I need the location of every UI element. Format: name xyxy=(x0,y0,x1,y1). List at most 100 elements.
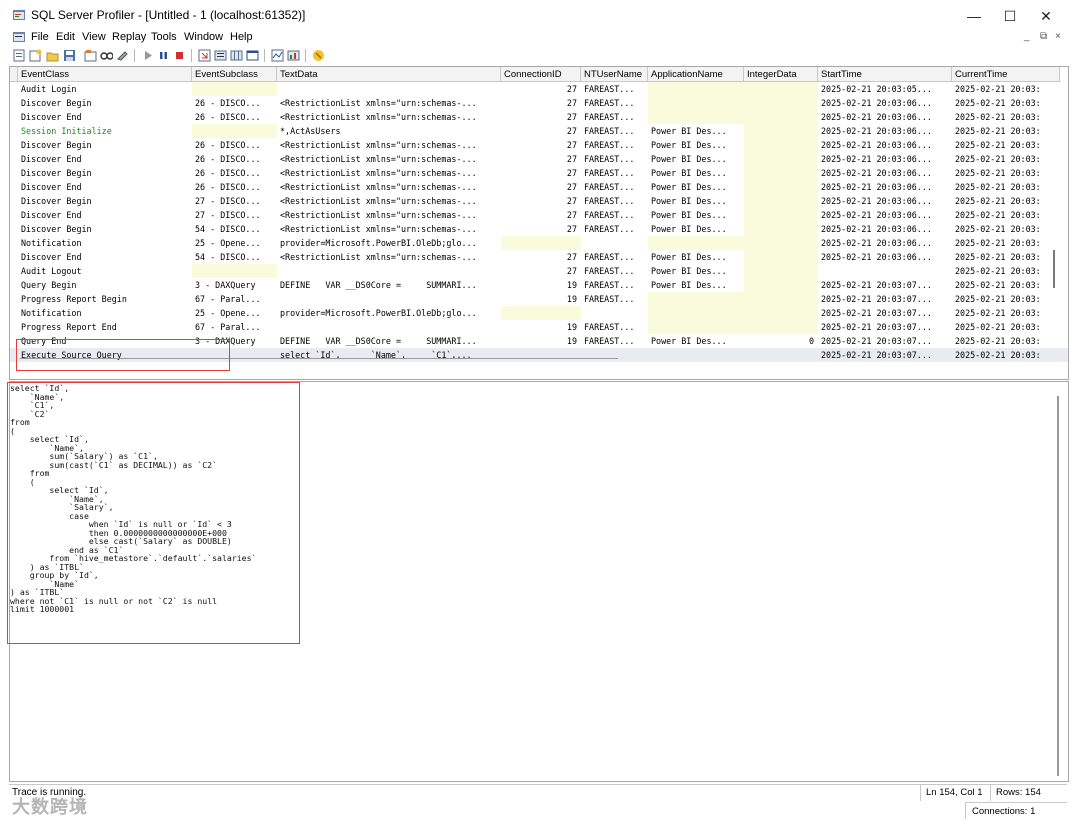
columns-icon[interactable] xyxy=(214,49,227,62)
watermark-logo: 大数跨境 xyxy=(12,797,88,817)
table-row[interactable]: Discover Begin 26 - DISCO... <RestrictionL… xyxy=(10,138,1068,152)
col-header-textdata[interactable]: TextData xyxy=(277,67,501,82)
maximize-button[interactable]: ☐ xyxy=(992,5,1028,27)
mdi-close-button[interactable]: × xyxy=(1055,31,1061,42)
table-cell: 2025-02-21 20:03: xyxy=(955,126,1041,136)
table-row[interactable]: Progress Report End 67 - Paral... 19 FAREAS… xyxy=(10,320,1068,334)
table-cell: Audit Login xyxy=(21,84,77,94)
open-icon[interactable] xyxy=(46,49,59,62)
table-cell: 2025-02-21 20:03: xyxy=(955,98,1041,108)
table-row[interactable]: Discover Begin 27 - DISCO... <RestrictionL… xyxy=(10,194,1068,208)
new-trace-icon[interactable] xyxy=(13,49,26,62)
table-row[interactable]: Discover End 54 - DISCO... <RestrictionLis… xyxy=(10,250,1068,264)
toolbar xyxy=(10,46,1070,66)
perfmon-icon[interactable] xyxy=(271,49,284,62)
col-header-eventclass[interactable]: EventClass xyxy=(18,67,192,82)
col-header-starttime[interactable]: StartTime xyxy=(818,67,952,82)
table-cell: FAREAST... xyxy=(584,336,635,346)
find-icon[interactable] xyxy=(100,49,113,62)
table-cell xyxy=(744,264,818,278)
table-cell: 19 xyxy=(566,336,577,346)
table-row[interactable]: Session Initialize *,ActAsUsers 27 FAREAST.… xyxy=(10,124,1068,138)
table-cell xyxy=(192,124,277,138)
table-row[interactable]: Notification 25 - Opene... provider=Micros… xyxy=(10,236,1068,250)
scroll-icon[interactable] xyxy=(198,49,211,62)
menu-window[interactable]: Window xyxy=(184,31,223,43)
table-cell: 27 - DISCO... xyxy=(195,210,261,220)
table-cell xyxy=(648,306,744,320)
table-row[interactable]: Query Begin 3 - DAXQuery DEFINE VAR __DS0C… xyxy=(10,278,1068,292)
save-icon[interactable] xyxy=(63,49,76,62)
col-header-integerdata[interactable]: IntegerData xyxy=(744,67,818,82)
col-header-ntusername[interactable]: NTUserName xyxy=(581,67,648,82)
menu-tools[interactable]: Tools xyxy=(151,31,177,43)
table-cell: Discover End xyxy=(21,182,82,192)
detail-vertical-scrollbar[interactable] xyxy=(1057,396,1059,776)
filter-icon[interactable] xyxy=(230,49,243,62)
table-row[interactable]: Discover Begin 54 - DISCO... <RestrictionL… xyxy=(10,222,1068,236)
table-cell: <RestrictionList xmlns="urn:schemas-... xyxy=(280,196,477,206)
table-row[interactable]: Discover End 26 - DISCO... <RestrictionLis… xyxy=(10,180,1068,194)
mdi-restore-button[interactable]: ⧉ xyxy=(1040,31,1047,42)
table-cell: 27 xyxy=(566,140,577,150)
new-template-icon[interactable] xyxy=(29,49,42,62)
close-window-button[interactable]: ✕ xyxy=(1028,5,1064,27)
table-cell: Discover End xyxy=(21,112,82,122)
table-cell: Power BI Des... xyxy=(651,168,727,178)
menu-edit[interactable]: Edit xyxy=(56,31,75,43)
table-cell: 2025-02-21 20:03: xyxy=(955,308,1041,318)
minimize-button[interactable]: — xyxy=(956,5,992,27)
table-cell xyxy=(744,250,818,264)
table-row[interactable]: Notification 25 - Opene... provider=Micros… xyxy=(10,306,1068,320)
start-icon[interactable] xyxy=(141,49,154,62)
table-row[interactable]: Audit Logout 27 FAREAST... Power BI Des... 2… xyxy=(10,264,1068,278)
document-menu-icon[interactable] xyxy=(13,31,26,43)
table-cell: 27 xyxy=(566,196,577,206)
table-cell xyxy=(501,236,581,250)
table-cell: Power BI Des... xyxy=(651,266,727,276)
window-icon[interactable] xyxy=(246,49,259,62)
table-cell: FAREAST... xyxy=(584,280,635,290)
table-cell: 27 xyxy=(566,126,577,136)
table-cell: Discover End xyxy=(21,252,82,262)
profiler-app-icon xyxy=(13,10,25,20)
mdi-minimize-button[interactable]: _ xyxy=(1024,31,1030,42)
col-header-currenttime[interactable]: CurrentTime xyxy=(952,67,1060,82)
clear-icon[interactable] xyxy=(116,49,129,62)
table-cell: 19 xyxy=(566,322,577,332)
table-row[interactable]: Progress Report Begin 67 - Paral... 19 FARE… xyxy=(10,292,1068,306)
col-header-applicationname[interactable]: ApplicationName xyxy=(648,67,744,82)
stop-icon[interactable] xyxy=(173,49,186,62)
toolbar-separator xyxy=(305,49,306,62)
grid-vertical-scrollbar-thumb[interactable] xyxy=(1053,250,1055,288)
table-cell: 2025-02-21 20:03:05... xyxy=(821,84,932,94)
table-row[interactable]: Discover End 27 - DISCO... <RestrictionLis… xyxy=(10,208,1068,222)
menu-view[interactable]: View xyxy=(82,31,106,43)
menu-file[interactable]: File xyxy=(31,31,49,43)
table-cell xyxy=(581,306,648,320)
table-cell: FAREAST... xyxy=(584,84,635,94)
cursor-position: Ln 154, Col 1 xyxy=(920,784,990,801)
chart-icon[interactable] xyxy=(287,49,300,62)
col-header-eventsubclass[interactable]: EventSubclass xyxy=(192,67,277,82)
menu-help[interactable]: Help xyxy=(230,31,253,43)
pause-icon[interactable] xyxy=(157,49,170,62)
help-icon[interactable] xyxy=(312,49,325,62)
table-cell: Power BI Des... xyxy=(651,140,727,150)
trace-events-grid[interactable]: EventClass EventSubclass TextData Connec… xyxy=(9,66,1069,380)
table-cell: 19 xyxy=(566,280,577,290)
col-header-connectionid[interactable]: ConnectionID xyxy=(501,67,581,82)
table-cell xyxy=(648,110,744,124)
table-cell: 0 xyxy=(808,336,814,346)
toolbar-separator xyxy=(191,49,192,62)
properties-icon[interactable] xyxy=(84,49,97,62)
table-row[interactable]: Discover End 26 - DISCO... <RestrictionLis… xyxy=(10,110,1068,124)
menu-replay[interactable]: Replay xyxy=(112,31,146,43)
table-cell: Discover Begin xyxy=(21,98,92,108)
table-cell xyxy=(648,292,744,306)
table-cell: 2025-02-21 20:03: xyxy=(955,266,1041,276)
table-row[interactable]: Discover End 26 - DISCO... <RestrictionLis… xyxy=(10,152,1068,166)
table-row[interactable]: Discover Begin 26 - DISCO... <RestrictionL… xyxy=(10,96,1068,110)
table-row[interactable]: Discover Begin 26 - DISCO... <RestrictionL… xyxy=(10,166,1068,180)
table-row[interactable]: Audit Login 27 FAREAST... 2025-02-21 20:03:… xyxy=(10,82,1068,96)
